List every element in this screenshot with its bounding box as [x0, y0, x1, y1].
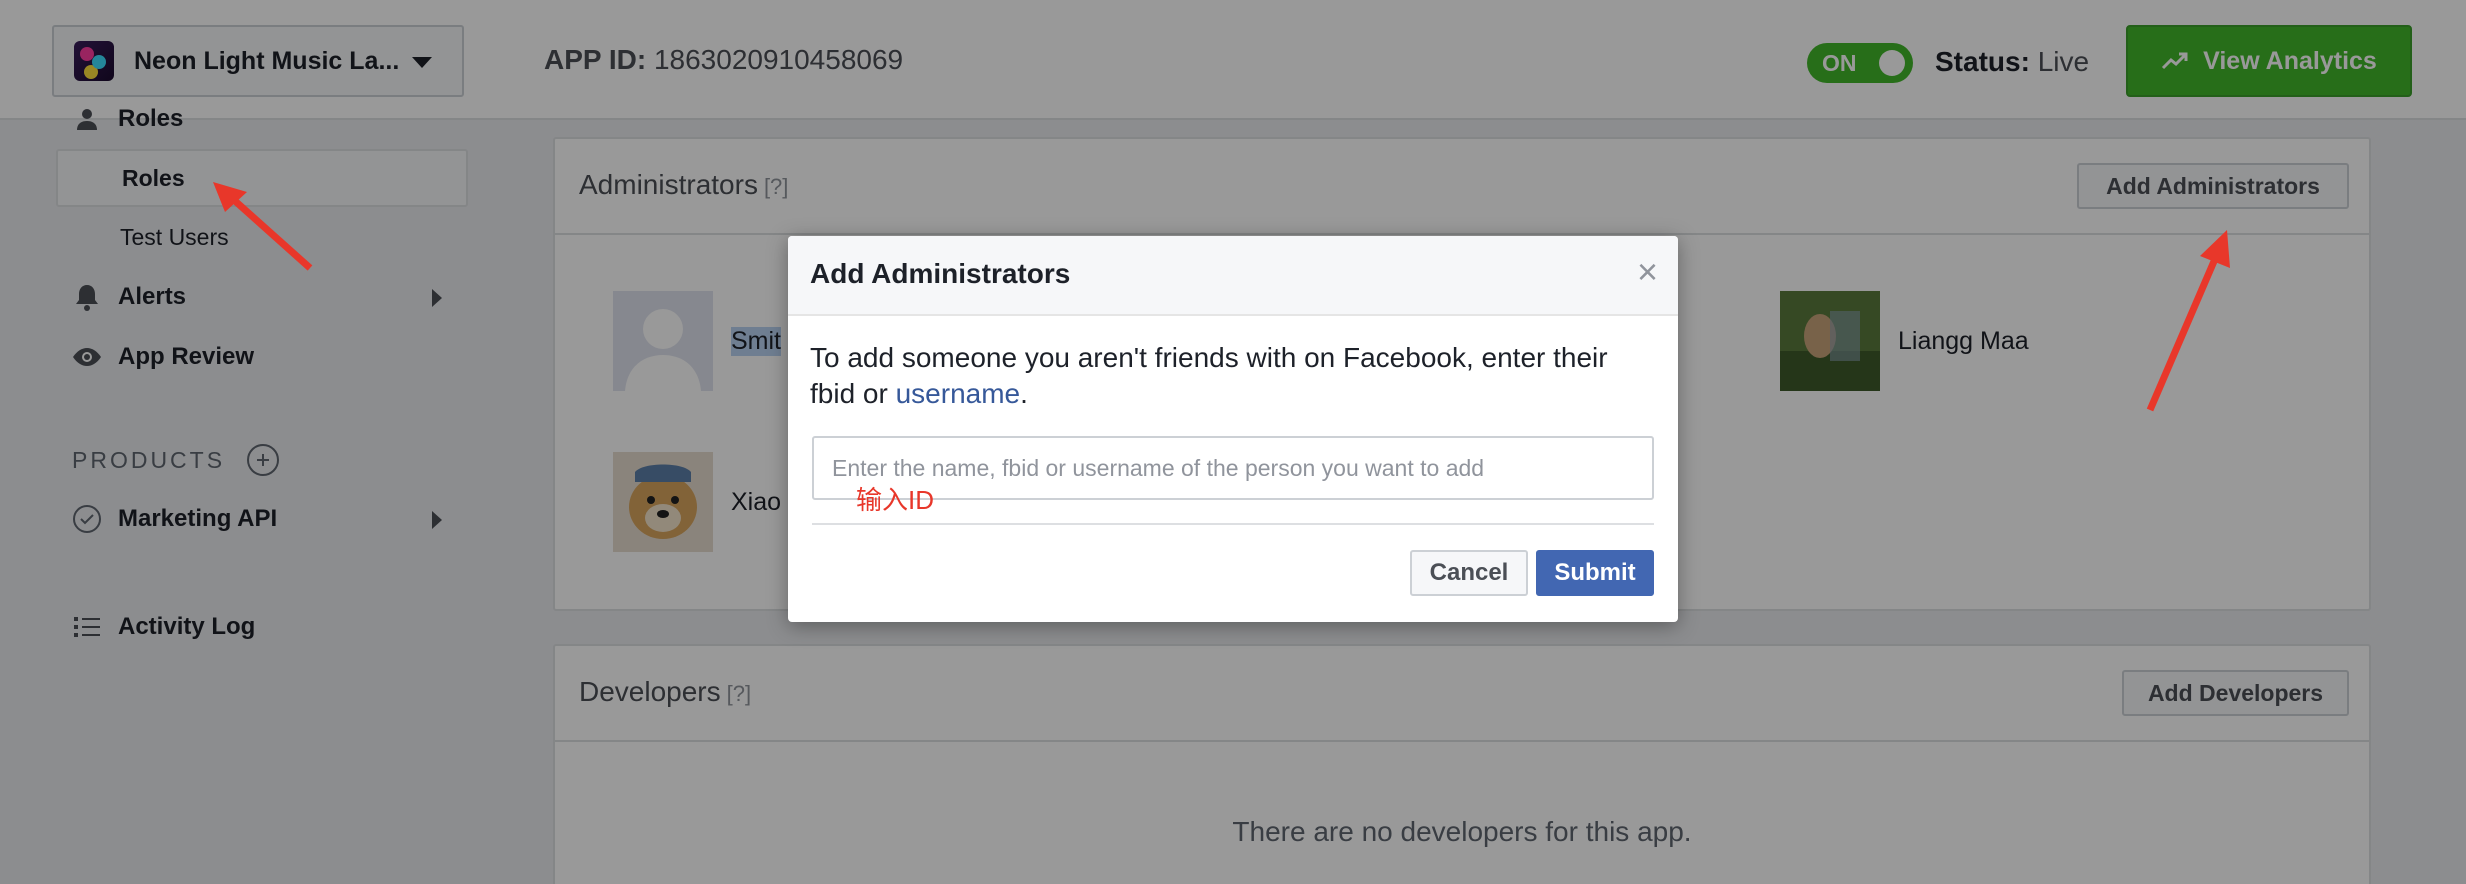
dialog-divider: [812, 523, 1654, 525]
submit-button[interactable]: Submit: [1536, 550, 1654, 596]
dialog-instructions: To add someone you aren't friends with o…: [810, 340, 1650, 412]
close-icon[interactable]: ×: [1637, 254, 1658, 290]
annotation-arrow-icon: [2146, 230, 2230, 412]
cancel-button[interactable]: Cancel: [1410, 550, 1528, 596]
annotation-label: 输入ID: [856, 485, 935, 515]
admin-search-input[interactable]: [812, 436, 1654, 500]
dialog-header: Add Administrators ×: [788, 236, 1678, 316]
dialog-title: Add Administrators: [810, 258, 1071, 289]
username-link[interactable]: username: [896, 378, 1021, 409]
add-administrators-dialog: Add Administrators × To add someone you …: [788, 236, 1678, 622]
annotation-arrow-icon: [213, 182, 313, 271]
instructions-end: .: [1020, 378, 1028, 409]
